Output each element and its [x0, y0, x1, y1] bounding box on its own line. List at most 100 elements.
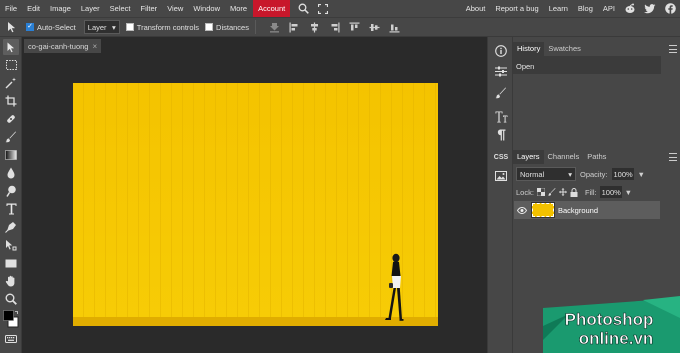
- type-tool-icon[interactable]: [3, 201, 19, 217]
- transform-controls-label: Transform controls: [136, 22, 200, 32]
- tools-panel: [0, 37, 22, 353]
- dodge-tool-icon[interactable]: [3, 183, 19, 199]
- menu-select[interactable]: Select: [105, 0, 136, 17]
- menu-view[interactable]: View: [162, 0, 188, 17]
- tab-history[interactable]: History: [513, 42, 545, 56]
- align-left-icon[interactable]: [288, 20, 302, 34]
- marquee-tool-icon[interactable]: [3, 57, 19, 73]
- move-tool-options-icon[interactable]: [4, 19, 20, 35]
- align-bottom-icon[interactable]: [388, 20, 402, 34]
- auto-select-checkbox[interactable]: [26, 23, 34, 31]
- close-icon[interactable]: ×: [92, 42, 97, 51]
- download-icon[interactable]: [268, 20, 282, 34]
- chevron-down-icon: ▾: [112, 22, 116, 32]
- layer-row[interactable]: Background: [514, 201, 660, 219]
- menu-api[interactable]: API: [598, 0, 620, 17]
- info-icon[interactable]: [493, 43, 509, 59]
- canvas-photo: [73, 83, 438, 326]
- image-icon[interactable]: [493, 168, 509, 184]
- pen-tool-icon[interactable]: [3, 219, 19, 235]
- sliders-icon[interactable]: [493, 63, 509, 79]
- facebook-icon[interactable]: [663, 2, 677, 16]
- menu-layer[interactable]: Layer: [76, 0, 105, 17]
- gradient-tool-icon[interactable]: [3, 147, 19, 163]
- auto-select-target-dropdown[interactable]: Layer ▾: [83, 20, 120, 34]
- fullscreen-icon[interactable]: [316, 2, 330, 16]
- menu-bar: File Edit Image Layer Select Filter View…: [0, 0, 680, 17]
- tab-paths[interactable]: Paths: [583, 150, 610, 164]
- menu-more[interactable]: More: [225, 0, 252, 17]
- menu-window[interactable]: Window: [188, 0, 225, 17]
- menu-image[interactable]: Image: [45, 0, 76, 17]
- zoom-tool-icon[interactable]: [3, 291, 19, 307]
- align-horizontal-center-icon[interactable]: [308, 20, 322, 34]
- fill-label: Fill:: [584, 187, 597, 197]
- lock-row: Lock: Fill: 100% ▼: [516, 186, 632, 198]
- menu-edit[interactable]: Edit: [22, 0, 45, 17]
- crop-tool-icon[interactable]: [3, 93, 19, 109]
- keyboard-icon[interactable]: [3, 331, 19, 347]
- lock-all-icon[interactable]: [570, 187, 578, 197]
- image-canvas[interactable]: [73, 83, 438, 326]
- tab-channels[interactable]: Channels: [544, 150, 584, 164]
- lock-pixels-icon[interactable]: [548, 188, 556, 196]
- account-button[interactable]: Account: [253, 0, 291, 17]
- options-bar: Auto-Select Layer ▾ Transform controls D…: [0, 17, 680, 37]
- tab-swatches[interactable]: Swatches: [544, 42, 585, 56]
- eye-icon[interactable]: [517, 205, 527, 215]
- opacity-label: Opacity:: [580, 169, 608, 179]
- menu-learn[interactable]: Learn: [544, 0, 573, 17]
- menu-filter[interactable]: Filter: [136, 0, 163, 17]
- history-empty-area: [513, 74, 661, 150]
- menu-file[interactable]: File: [0, 0, 22, 17]
- color-swatches-icon[interactable]: [3, 309, 19, 329]
- css-icon[interactable]: CSS: [493, 149, 509, 165]
- logo-line2: online.vn: [579, 329, 654, 348]
- brush-settings-icon[interactable]: [493, 85, 509, 101]
- menu-report-bug[interactable]: Report a bug: [490, 0, 543, 17]
- auto-select-target-value: Layer: [87, 22, 107, 32]
- twitter-icon[interactable]: [643, 2, 657, 16]
- reddit-icon[interactable]: [623, 2, 637, 16]
- path-select-tool-icon[interactable]: [3, 237, 19, 253]
- logo-line1: Photoshop: [565, 310, 654, 329]
- tab-layers[interactable]: Layers: [513, 150, 544, 164]
- opacity-field[interactable]: 100%: [611, 168, 634, 180]
- menu-about[interactable]: About: [461, 0, 491, 17]
- panel-menu-icon[interactable]: [669, 45, 677, 53]
- blend-mode-value: Normal: [520, 169, 545, 179]
- healing-brush-tool-icon[interactable]: [3, 111, 19, 127]
- chevron-down-icon: ▾: [568, 169, 572, 179]
- fill-field[interactable]: 100%: [599, 186, 622, 198]
- character-icon[interactable]: [493, 109, 509, 125]
- paragraph-icon[interactable]: [493, 127, 509, 143]
- blend-mode-dropdown[interactable]: Normal ▾: [516, 167, 576, 181]
- lock-transparency-icon[interactable]: [536, 188, 545, 196]
- transform-controls-checkbox[interactable]: [125, 23, 134, 31]
- document-tab-title: co-gai-canh-tuong: [28, 41, 89, 51]
- align-right-icon[interactable]: [328, 20, 342, 34]
- distances-checkbox[interactable]: [205, 23, 214, 31]
- blur-tool-icon[interactable]: [3, 165, 19, 181]
- align-vertical-center-icon[interactable]: [368, 20, 382, 34]
- fill-dropdown-icon[interactable]: ▼: [625, 188, 632, 197]
- panel-icon-column: CSS: [487, 37, 513, 353]
- move-tool-icon[interactable]: [3, 39, 19, 55]
- magic-wand-tool-icon[interactable]: [3, 75, 19, 91]
- layer-name: Background: [558, 205, 599, 215]
- layer-thumbnail: [531, 202, 555, 218]
- lock-label: Lock:: [516, 187, 534, 197]
- menu-blog[interactable]: Blog: [573, 0, 598, 17]
- layer-options-row: Normal ▾ Opacity: 100% ▼: [516, 167, 645, 181]
- hand-tool-icon[interactable]: [3, 273, 19, 289]
- opacity-dropdown-icon[interactable]: ▼: [638, 170, 645, 179]
- brush-tool-icon[interactable]: [3, 129, 19, 145]
- document-tab[interactable]: co-gai-canh-tuong ×: [24, 39, 102, 53]
- panel-menu-icon[interactable]: [669, 153, 677, 161]
- rectangle-tool-icon[interactable]: [3, 255, 19, 271]
- lock-position-icon[interactable]: [558, 188, 567, 196]
- search-icon[interactable]: [296, 2, 310, 16]
- history-item[interactable]: Open: [513, 56, 661, 71]
- align-top-icon[interactable]: [348, 20, 362, 34]
- document-area: co-gai-canh-tuong ×: [22, 37, 487, 353]
